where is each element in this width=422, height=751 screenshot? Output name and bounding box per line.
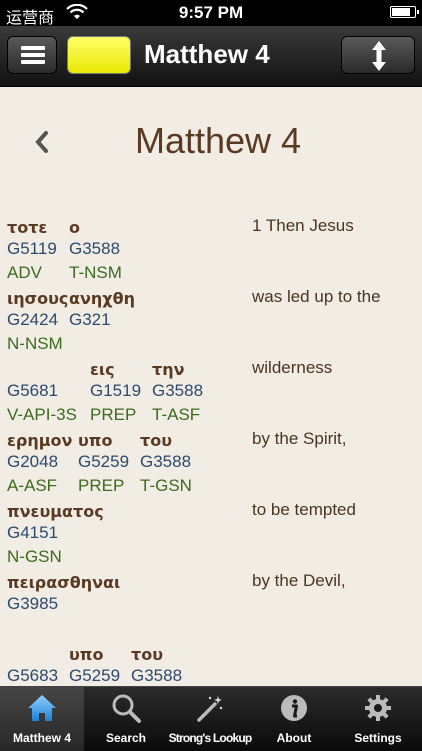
tab-matthew-4[interactable]: Matthew 4: [0, 687, 84, 751]
greek-word[interactable]: πειρασθηναι: [7, 573, 120, 592]
navigation-bar: Matthew 4: [0, 26, 422, 87]
tab-label: Settings: [354, 731, 402, 745]
greek-word[interactable]: ερημον: [7, 431, 72, 450]
strongs-number[interactable]: G321: [69, 310, 111, 330]
greek-word[interactable]: πνευματος: [7, 502, 104, 521]
morph-code: T-GSN: [140, 476, 192, 495]
greek-word[interactable]: την: [152, 360, 185, 379]
battery-icon: [390, 6, 419, 18]
strongs-number[interactable]: G5119: [7, 239, 57, 259]
strongs-number[interactable]: G1519: [90, 381, 141, 401]
strongs-number[interactable]: G3588: [140, 452, 191, 472]
greek-word[interactable]: του: [140, 431, 172, 450]
greek-word[interactable]: υπο: [69, 645, 103, 664]
morph-code: N-NSM: [7, 334, 63, 353]
strongs-number[interactable]: G5683: [7, 666, 58, 686]
strongs-number[interactable]: G3985: [7, 594, 58, 614]
menu-icon-bar-1: [21, 46, 45, 50]
strongs-number[interactable]: G3588: [131, 666, 182, 686]
strongs-number[interactable]: G2424: [7, 310, 58, 330]
scroll-toggle-button[interactable]: [341, 36, 415, 74]
menu-icon-bar-3: [21, 60, 45, 64]
tab-settings[interactable]: Settings: [336, 687, 420, 751]
clock: 9:57 PM: [178, 3, 244, 22]
morph-code: ADV: [7, 263, 42, 282]
morph-code: N-GSN: [7, 547, 62, 566]
highlight-color-button[interactable]: [67, 36, 131, 74]
vertical-arrows-icon: [372, 41, 386, 71]
english-text: by the Devil,: [252, 571, 346, 590]
status-bar: 运营商 9:57 PM: [0, 0, 422, 27]
strongs-number[interactable]: G5259: [69, 666, 120, 686]
morph-code: T-NSM: [69, 263, 122, 282]
info-icon: [281, 695, 307, 721]
greek-word[interactable]: του: [131, 645, 163, 664]
greek-word[interactable]: ιησους: [7, 289, 68, 308]
morph-code: PREP: [90, 405, 137, 424]
chapter-title: Matthew 4: [134, 120, 302, 161]
strongs-number[interactable]: G5259: [78, 452, 129, 472]
tab-label: Matthew 4: [12, 731, 71, 745]
tab-search[interactable]: Search: [84, 687, 168, 751]
english-text: wilderness: [252, 358, 333, 377]
strongs-number[interactable]: G4151: [7, 523, 58, 543]
menu-button[interactable]: [7, 36, 57, 74]
tab-label: About: [276, 731, 312, 745]
magic-wand-icon: [197, 696, 223, 722]
greek-word[interactable]: υπο: [78, 431, 112, 450]
morph-code: A-ASF: [7, 476, 58, 495]
english-text: 1 Then Jesus: [252, 216, 354, 235]
english-text: to be tempted: [252, 500, 356, 519]
english-text: by the Spirit,: [252, 429, 347, 448]
strongs-number[interactable]: G2048: [7, 452, 58, 472]
strongs-number[interactable]: G5681: [7, 381, 58, 401]
tab-label: Search: [105, 731, 147, 745]
greek-word[interactable]: ανηχθη: [69, 289, 135, 308]
tab-about[interactable]: About: [252, 687, 336, 751]
english-text: was led up to the: [252, 287, 381, 306]
morph-code: PREP: [78, 476, 125, 495]
morph-code: V-API-3S: [7, 405, 77, 424]
greek-word[interactable]: εις: [90, 360, 115, 379]
tab-bar: Matthew 4 Search Strong's Lookup About S…: [0, 686, 422, 751]
nav-title: Matthew 4: [144, 39, 270, 69]
gear-icon: [365, 695, 391, 721]
home-icon: [28, 695, 56, 721]
morph-code: T-ASF: [152, 405, 201, 424]
greek-word[interactable]: ο: [69, 218, 80, 237]
tab-strongs-lookup[interactable]: Strong's Lookup: [168, 687, 252, 751]
greek-word[interactable]: τοτε: [7, 218, 47, 237]
strongs-number[interactable]: G3588: [152, 381, 203, 401]
tab-label: Strong's Lookup: [168, 731, 253, 745]
menu-icon-bar-2: [21, 53, 45, 57]
search-icon: [112, 694, 141, 723]
strongs-number[interactable]: G3588: [69, 239, 120, 259]
